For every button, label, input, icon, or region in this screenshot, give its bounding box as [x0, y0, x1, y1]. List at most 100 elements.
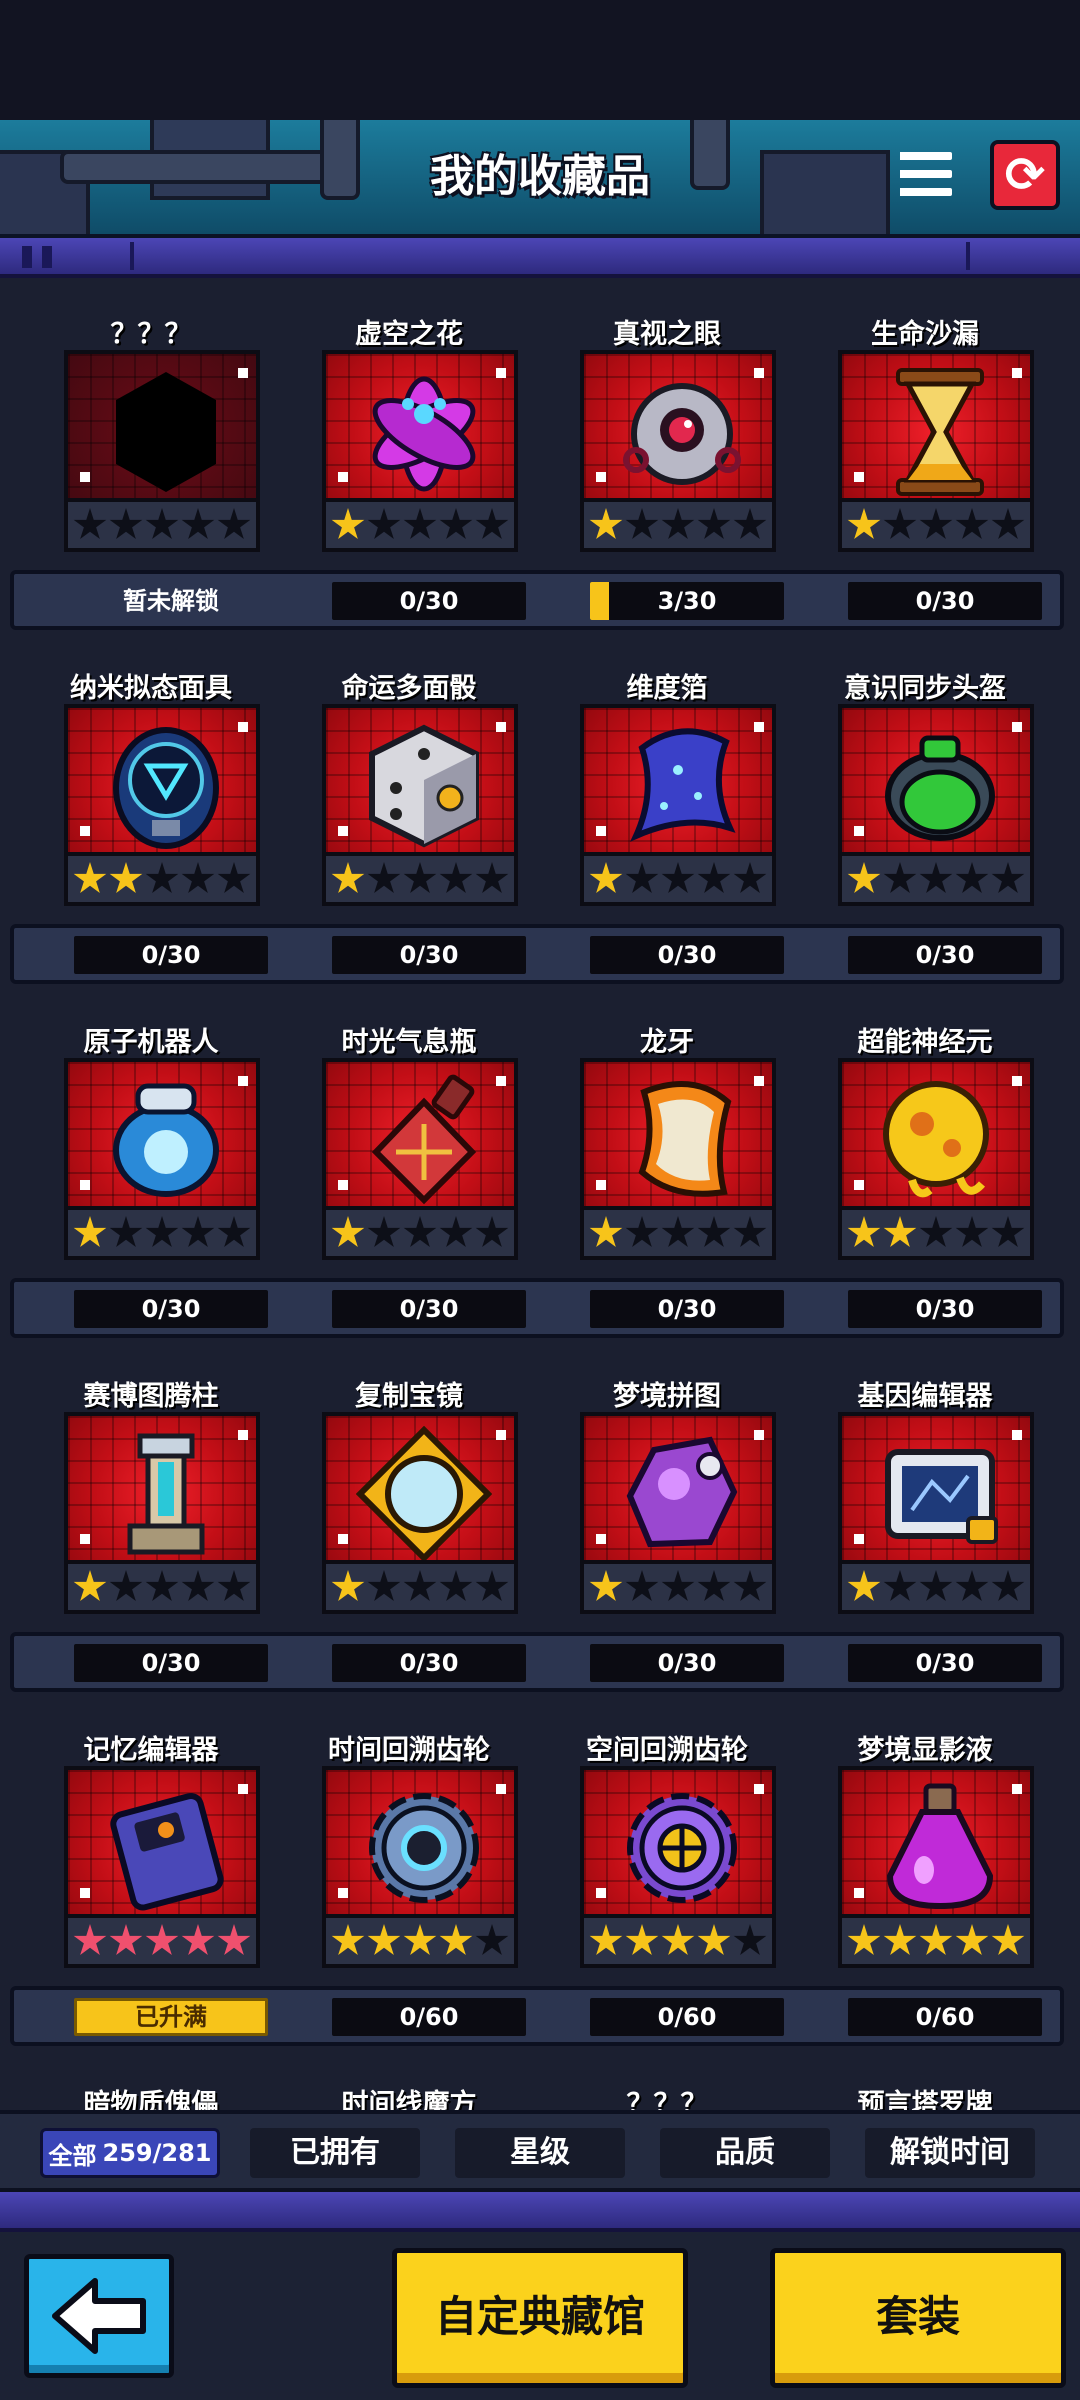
- progress-bar: 0/30: [332, 1290, 526, 1328]
- star-filled-icon: [73, 862, 107, 893]
- item-name: 超能神经元: [857, 1027, 993, 1058]
- item-name: 真视之眼: [613, 319, 721, 350]
- progress-text: 0/30: [141, 941, 201, 969]
- collectible-item[interactable]: 基因编辑器 0/30: [796, 1344, 1054, 1698]
- star-empty-icon: [991, 862, 1025, 893]
- sparkle-decor: [854, 826, 864, 836]
- collectible-item[interactable]: 意识同步头盔 0/30: [796, 636, 1054, 990]
- collectible-item[interactable]: 时光气息瓶 0/30: [280, 990, 538, 1344]
- collectible-item[interactable]: 暗物质傀儡: [22, 2052, 280, 2110]
- star-empty-icon: [919, 1570, 953, 1601]
- progress-bar: 0/30: [74, 1644, 268, 1682]
- collectible-item[interactable]: 赛博图腾柱 0/30: [22, 1344, 280, 1698]
- item-card[interactable]: [64, 1412, 260, 1614]
- collectible-item[interactable]: 梦境显影液 0/60: [796, 1698, 1054, 2052]
- item-card[interactable]: [64, 704, 260, 906]
- collectible-item[interactable]: 真视之眼 3/30: [538, 282, 796, 636]
- star-filled-icon: [331, 862, 365, 893]
- hourglass-icon: [896, 368, 984, 496]
- filter-stars-button[interactable]: 星级: [455, 2128, 625, 2178]
- item-card[interactable]: [64, 1058, 260, 1260]
- filter-all-button[interactable]: 全部 259/281: [40, 2128, 220, 2178]
- item-card[interactable]: [64, 1766, 260, 1968]
- collectible-item[interactable]: 生命沙漏 0/30: [796, 282, 1054, 636]
- void-flower-icon: [372, 376, 476, 492]
- star-rating: [326, 1206, 514, 1256]
- star-filled-icon: [589, 1924, 623, 1955]
- item-card[interactable]: [580, 1766, 776, 1968]
- refresh-button[interactable]: ⟳: [990, 140, 1060, 210]
- item-card[interactable]: [580, 1412, 776, 1614]
- sparkle-decor: [338, 1888, 348, 1898]
- gene-editor-icon: [885, 1449, 998, 1544]
- item-card[interactable]: [322, 1412, 518, 1614]
- dimension-foil-icon: [630, 728, 736, 842]
- collectible-item[interactable]: 时间线魔方: [280, 2052, 538, 2110]
- custom-museum-button[interactable]: 自定典藏馆: [392, 2248, 688, 2388]
- collectible-item[interactable]: 时间回溯齿轮 0/60: [280, 1698, 538, 2052]
- puzzle-icon: [626, 1436, 738, 1548]
- item-card[interactable]: [64, 350, 260, 552]
- footer-band: [0, 2192, 1080, 2232]
- back-button[interactable]: [24, 2254, 174, 2378]
- star-empty-icon: [955, 508, 989, 539]
- item-card[interactable]: [838, 1766, 1034, 1968]
- sparkle-decor: [496, 1784, 506, 1794]
- band-decor: [42, 246, 52, 268]
- progress-bar: 0/60: [848, 1998, 1042, 2036]
- list-view-button[interactable]: [900, 148, 952, 200]
- collectible-item[interactable]: ？？？ 暂未解锁: [22, 282, 280, 636]
- item-card[interactable]: [838, 1412, 1034, 1614]
- collectible-item[interactable]: 虚空之花 0/30: [280, 282, 538, 636]
- item-name: 龙牙: [640, 1027, 694, 1058]
- status-bar: [0, 0, 1080, 120]
- collectible-item[interactable]: 维度箔 0/30: [538, 636, 796, 990]
- star-empty-icon: [181, 1570, 215, 1601]
- item-card[interactable]: [322, 350, 518, 552]
- collectible-item[interactable]: 原子机器人 0/30: [22, 990, 280, 1344]
- collectible-item[interactable]: 命运多面骰 0/30: [280, 636, 538, 990]
- collectible-item[interactable]: 龙牙 0/30: [538, 990, 796, 1344]
- collectible-item[interactable]: 记忆编辑器 已升满: [22, 1698, 280, 2052]
- progress-text: 0/30: [399, 1295, 459, 1323]
- collectible-item[interactable]: 梦境拼图 0/30: [538, 1344, 796, 1698]
- item-name: 暗物质傀儡: [83, 2089, 219, 2110]
- item-card[interactable]: [322, 1766, 518, 1968]
- star-empty-icon: [181, 862, 215, 893]
- filter-unlock-time-button[interactable]: 解锁时间: [865, 2128, 1035, 2178]
- item-card[interactable]: [580, 704, 776, 906]
- collectible-item[interactable]: 预言塔罗牌: [796, 2052, 1054, 2110]
- star-empty-icon: [367, 1216, 401, 1247]
- sparkle-decor: [754, 368, 764, 378]
- sparkle-decor: [238, 368, 248, 378]
- sets-button[interactable]: 套装: [770, 2248, 1066, 2388]
- collectible-item[interactable]: 复制宝镜 0/30: [280, 1344, 538, 1698]
- collectible-item[interactable]: 超能神经元 0/30: [796, 990, 1054, 1344]
- star-rating: [68, 852, 256, 902]
- refresh-icon: ⟳: [1004, 147, 1046, 203]
- item-card[interactable]: [838, 350, 1034, 552]
- item-card[interactable]: [322, 704, 518, 906]
- star-empty-icon: [145, 1570, 179, 1601]
- star-empty-icon: [217, 862, 251, 893]
- item-card[interactable]: [580, 350, 776, 552]
- sparkle-decor: [338, 826, 348, 836]
- filter-owned-button[interactable]: 已拥有: [250, 2128, 420, 2178]
- collectible-item[interactable]: 纳米拟态面具 0/30: [22, 636, 280, 990]
- collectible-item[interactable]: ？？？: [538, 2052, 796, 2110]
- star-rating: [68, 498, 256, 548]
- item-card[interactable]: [580, 1058, 776, 1260]
- item-card[interactable]: [838, 704, 1034, 906]
- star-empty-icon: [919, 508, 953, 539]
- item-name: 时间线魔方: [341, 2089, 477, 2110]
- item-card[interactable]: [838, 1058, 1034, 1260]
- item-card[interactable]: [322, 1058, 518, 1260]
- sparkle-decor: [80, 1180, 90, 1190]
- filter-quality-button[interactable]: 品质: [660, 2128, 830, 2178]
- star-rating: [326, 852, 514, 902]
- progress-text: 0/30: [915, 941, 975, 969]
- collectible-item[interactable]: 空间回溯齿轮 0/60: [538, 1698, 796, 2052]
- star-filled-icon: [883, 1924, 917, 1955]
- star-empty-icon: [661, 1216, 695, 1247]
- star-empty-icon: [73, 508, 107, 539]
